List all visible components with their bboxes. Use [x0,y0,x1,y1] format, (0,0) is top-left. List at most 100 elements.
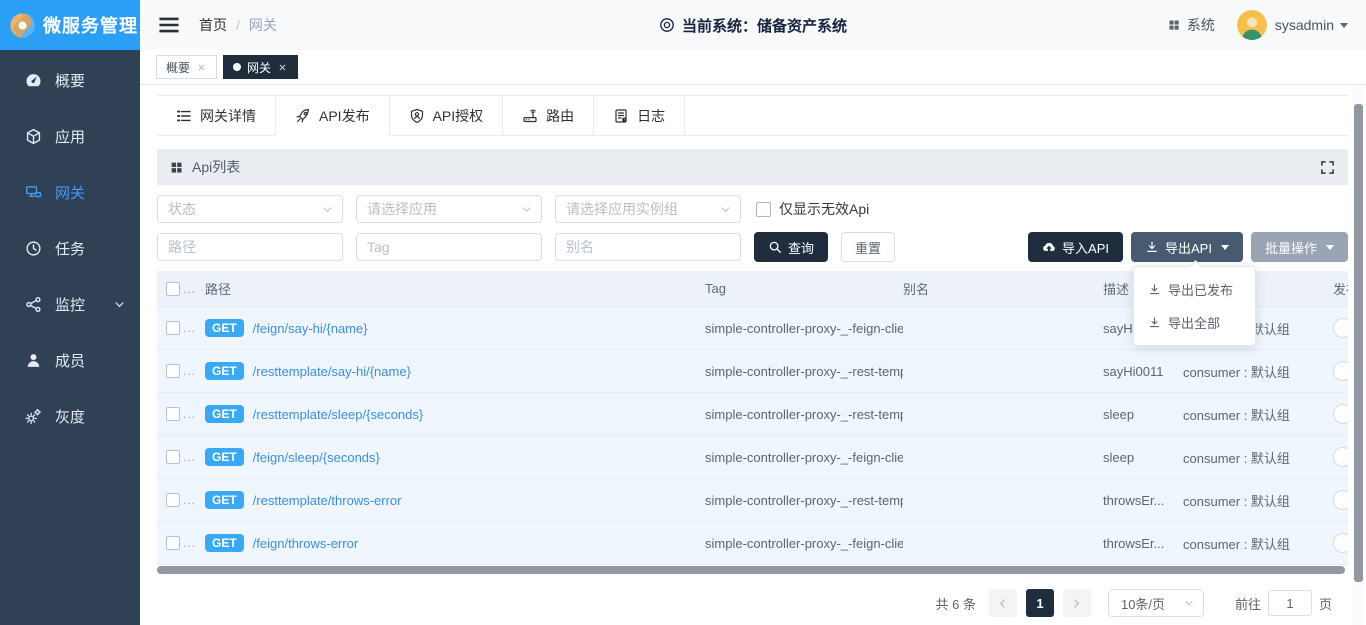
select-all-checkbox[interactable] [166,282,180,296]
sidebar-item-label: 任务 [55,238,85,259]
method-badge: GET [205,491,244,509]
chevron-down-icon [719,203,732,216]
api-path-link[interactable]: /resttemplate/sleep/{seconds} [253,407,424,422]
goto-page: 前往 页 [1235,590,1332,616]
application-select[interactable]: 请选择应用 [356,195,542,223]
close-icon[interactable] [277,62,288,73]
row-checkbox[interactable] [166,407,180,421]
alias-input[interactable] [555,233,741,261]
close-icon[interactable] [196,62,207,73]
sidebar-item[interactable]: 灰度 [0,388,140,444]
group-cell: consumer : 默认组 [1183,491,1333,510]
router-icon [522,108,538,124]
publish-toggle[interactable] [1333,447,1348,467]
next-page-button[interactable] [1063,589,1091,617]
batch-actions-button[interactable]: 批量操作 [1251,232,1348,262]
tab-label: 网关详情 [200,106,256,126]
username[interactable]: sysadmin [1275,17,1334,33]
export-menu-item[interactable]: 导出全部 [1134,306,1255,339]
api-path-link[interactable]: /feign/throws-error [253,536,358,551]
prev-page-button[interactable] [989,589,1017,617]
sidebar-item[interactable]: 成员 [0,332,140,388]
tag-cell: simple-controller-proxy-_-feign-clie [705,450,903,465]
desc-cell: throwsEr... [1103,536,1183,551]
app-logo[interactable]: 微服务管理 [0,0,140,50]
table-row: ... GET /feign/sleep/{seconds} simple-co… [157,436,1348,479]
column-header-alias: 别名 [903,279,1103,298]
publish-toggle[interactable] [1333,318,1348,338]
grid-icon [170,161,183,174]
tag-cell: simple-controller-proxy-_-rest-temp [705,364,903,379]
active-dot [233,63,241,71]
horizontal-scrollbar[interactable] [157,566,1345,574]
invalid-api-checkbox[interactable]: 仅显示无效Api [756,199,869,219]
current-page-button[interactable]: 1 [1026,589,1054,617]
tab[interactable]: API发布 [276,96,390,136]
publish-toggle[interactable] [1333,533,1348,553]
chevron-down-icon [321,203,334,216]
tab[interactable]: API授权 [390,96,504,136]
tab[interactable]: 日志 [594,96,685,136]
sidebar-item[interactable]: 监控 [0,276,140,332]
caret-down-icon[interactable] [1340,23,1348,28]
hamburger-menu-icon[interactable] [158,14,180,36]
cloud-upload-icon [1042,240,1056,254]
goto-page-input[interactable] [1268,590,1312,616]
tag-cell: simple-controller-proxy-_-feign-clie [705,321,903,336]
tag-input[interactable] [356,233,542,261]
download-icon [1148,283,1161,296]
view-tag-chip[interactable]: 网关 [223,55,298,79]
publish-toggle[interactable] [1333,490,1348,510]
export-menu-item[interactable]: 导出已发布 [1134,273,1255,306]
page-size-select[interactable]: 10条/页 [1108,589,1204,617]
breadcrumb-home[interactable]: 首页 [199,15,227,35]
current-system-indicator: 当前系统：储备资产系统 [659,15,847,36]
search-button[interactable]: 查询 [754,232,828,262]
tab[interactable]: 网关详情 [157,96,276,136]
method-badge: GET [205,319,244,337]
gears-icon [25,408,42,425]
row-checkbox[interactable] [166,450,180,464]
sidebar-item-label: 监控 [55,294,85,315]
breadcrumb-current: 网关 [249,15,277,35]
eye-icon [659,17,675,33]
view-tag-label: 网关 [247,59,271,76]
sidebar-item[interactable]: 概要 [0,52,140,108]
reset-button[interactable]: 重置 [841,232,895,262]
gateway-icon [25,184,42,201]
sidebar-item[interactable]: 网关 [0,164,140,220]
tab[interactable]: 路由 [503,96,594,136]
instance-group-select[interactable]: 请选择应用实例组 [555,195,741,223]
view-tag-chip[interactable]: 概要 [156,55,217,79]
export-api-button[interactable]: 导出API [1131,232,1243,262]
sidebar-item[interactable]: 应用 [0,108,140,164]
vertical-scrollbar-thumb[interactable] [1354,104,1363,582]
avatar[interactable] [1237,10,1267,40]
api-path-link[interactable]: /feign/say-hi/{name} [253,321,368,336]
row-checkbox[interactable] [166,493,180,507]
api-path-link[interactable]: /resttemplate/say-hi/{name} [253,364,411,379]
api-path-link[interactable]: /feign/sleep/{seconds} [253,450,380,465]
publish-toggle[interactable] [1333,361,1348,381]
topbar-right: 系统 sysadmin [1168,10,1348,40]
checkbox-box[interactable] [756,202,771,217]
sidebar-item[interactable]: 任务 [0,220,140,276]
row-checkbox[interactable] [166,321,180,335]
vertical-scrollbar-track[interactable] [1353,86,1364,625]
overflow-ellipsis: ... [183,407,196,421]
row-checkbox[interactable] [166,536,180,550]
import-api-button[interactable]: 导入API [1028,232,1123,262]
table-row: ... GET /resttemplate/sleep/{seconds} si… [157,393,1348,436]
row-checkbox[interactable] [166,364,180,378]
publish-toggle[interactable] [1333,404,1348,424]
overflow-ellipsis: ... [183,321,196,335]
system-menu[interactable]: 系统 [1168,15,1215,35]
filter-area: 状态 请选择应用 请选择应用实例组 仅显示无效Api [157,185,1348,262]
path-input[interactable] [157,233,343,261]
table-row: ... GET /resttemplate/throws-error simpl… [157,479,1348,522]
fullscreen-icon[interactable] [1320,160,1335,175]
api-path-link[interactable]: /resttemplate/throws-error [253,493,402,508]
status-select[interactable]: 状态 [157,195,343,223]
chevron-left-icon [997,598,1008,609]
caret-down-icon [1326,245,1334,250]
